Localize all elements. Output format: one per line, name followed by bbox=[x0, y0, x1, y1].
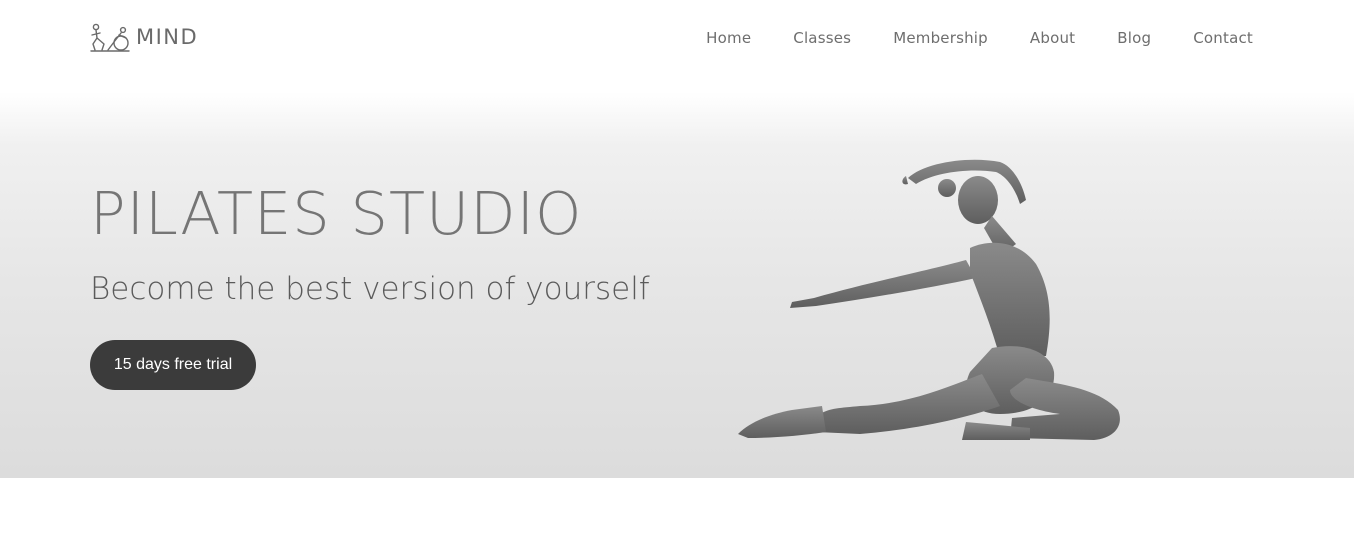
nav-link-classes[interactable]: Classes bbox=[793, 28, 851, 48]
hero-title: PILATES STUDIO bbox=[90, 179, 583, 248]
nav-item-membership: Membership bbox=[893, 28, 988, 48]
nav-item-classes: Classes bbox=[793, 28, 851, 48]
nav-item-blog: Blog bbox=[1117, 28, 1151, 48]
hero-subtitle: Become the best version of yourself bbox=[90, 271, 650, 307]
nav-link-membership[interactable]: Membership bbox=[893, 28, 988, 48]
nav-link-blog[interactable]: Blog bbox=[1117, 28, 1151, 48]
free-trial-button[interactable]: 15 days free trial bbox=[90, 340, 256, 390]
nav-item-home: Home bbox=[706, 28, 751, 48]
nav-link-contact[interactable]: Contact bbox=[1193, 28, 1253, 48]
nav-link-home[interactable]: Home bbox=[706, 28, 751, 48]
brand-name: MIND bbox=[136, 24, 199, 49]
brand-logo[interactable]: MIND bbox=[90, 22, 198, 52]
woman-pilates-pose-image bbox=[738, 159, 1120, 440]
main-nav: Home Classes Membership About Blog Conta… bbox=[664, 28, 1253, 48]
site-header: MIND Home Classes Membership About Blog … bbox=[0, 0, 1354, 76]
pilates-figures-icon bbox=[90, 23, 130, 52]
nav-link-about[interactable]: About bbox=[1030, 28, 1075, 48]
nav-item-contact: Contact bbox=[1193, 28, 1253, 48]
hero-section: PILATES STUDIO Become the best version o… bbox=[0, 92, 1354, 478]
nav-item-about: About bbox=[1030, 28, 1075, 48]
